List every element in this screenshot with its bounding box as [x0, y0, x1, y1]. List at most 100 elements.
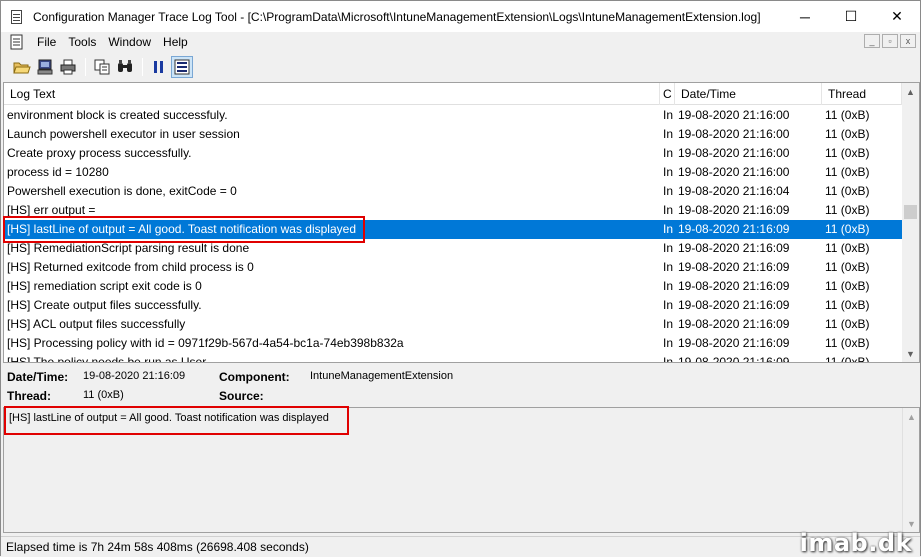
- table-row[interactable]: [HS] Processing policy with id = 0971f29…: [4, 334, 902, 353]
- toolbar-separator: [142, 58, 143, 76]
- elapsed-time-status: Elapsed time is 7h 24m 58s 408ms (26698.…: [6, 540, 309, 554]
- log-rows: environment block is created successfuly…: [4, 106, 902, 363]
- component-cell: In: [663, 355, 674, 363]
- log-text-cell: [HS] Returned exitcode from child proces…: [7, 260, 254, 274]
- menu-window[interactable]: Window: [102, 35, 157, 49]
- table-row[interactable]: [HS] Create output files successfully. In…: [4, 296, 902, 315]
- datetime-cell: 19-08-2020 21:16:09: [678, 222, 790, 236]
- maximize-button[interactable]: ☐: [828, 1, 874, 32]
- menu-help[interactable]: Help: [157, 35, 194, 49]
- component-cell: In: [663, 146, 674, 160]
- table-row[interactable]: environment block is created successfuly…: [4, 106, 902, 125]
- log-text-cell: [HS] Create output files successfully.: [7, 298, 202, 312]
- toolbar-separator: [85, 58, 86, 76]
- scroll-down-arrow-icon[interactable]: ▼: [902, 345, 919, 362]
- component-cell: In: [663, 127, 674, 141]
- find-icon[interactable]: [114, 56, 136, 78]
- component-cell: In: [663, 317, 674, 331]
- message-vertical-scrollbar[interactable]: ▲ ▼: [902, 408, 919, 532]
- table-row[interactable]: Powershell execution is done, exitCode =…: [4, 182, 902, 201]
- thread-cell: 11 (0xB): [825, 203, 870, 217]
- thread-cell: 11 (0xB): [825, 279, 870, 293]
- thread-cell: 11 (0xB): [825, 146, 870, 160]
- component-label: Component:: [219, 370, 290, 384]
- table-row[interactable]: [HS] ACL output files successfully In 19-0…: [4, 315, 902, 334]
- table-row[interactable]: [HS] err output = In 19-08-2020 21:16:09 11…: [4, 201, 902, 220]
- scroll-up-arrow-icon[interactable]: ▲: [902, 83, 919, 100]
- thread-cell: 11 (0xB): [825, 241, 870, 255]
- log-text-cell: [HS] lastLine of output = All good. Toas…: [7, 222, 356, 236]
- cmtrace-app-icon: [9, 9, 25, 25]
- log-list-header: Log Text C Date/Time Thread: [4, 83, 902, 105]
- log-text-cell: Create proxy process successfully.: [7, 146, 192, 160]
- datetime-cell: 19-08-2020 21:16:09: [678, 279, 790, 293]
- close-button[interactable]: ✕: [874, 1, 920, 32]
- datetime-cell: 19-08-2020 21:16:09: [678, 241, 790, 255]
- log-text-cell: [HS] remediation script exit code is 0: [7, 279, 202, 293]
- source-label: Source:: [219, 389, 264, 403]
- datetime-cell: 19-08-2020 21:16:00: [678, 165, 790, 179]
- table-row[interactable]: [HS] RemediationScript parsing result is…: [4, 239, 902, 258]
- thread-cell: 11 (0xB): [825, 165, 870, 179]
- component-value: IntuneManagementExtension: [310, 370, 454, 382]
- datetime-cell: 19-08-2020 21:16:00: [678, 108, 790, 122]
- menu-file[interactable]: File: [31, 35, 62, 49]
- title-bar[interactable]: Configuration Manager Trace Log Tool - […: [1, 1, 920, 32]
- child-close-button[interactable]: x: [900, 34, 916, 48]
- datetime-cell: 19-08-2020 21:16:04: [678, 184, 790, 198]
- log-text-cell: Launch powershell executor in user sessi…: [7, 127, 240, 141]
- component-cell: In: [663, 108, 674, 122]
- window-title: Configuration Manager Trace Log Tool - […: [33, 9, 761, 24]
- column-header-component[interactable]: C: [660, 83, 675, 105]
- open-folder-icon[interactable]: [11, 56, 33, 78]
- log-text-cell: process id = 10280: [7, 165, 109, 179]
- component-cell: In: [663, 222, 674, 236]
- table-row[interactable]: process id = 10280 In 19-08-2020 21:16:00 1…: [4, 163, 902, 182]
- column-header-datetime[interactable]: Date/Time: [675, 83, 822, 105]
- log-text-cell: [HS] The policy needs be run as User: [7, 355, 207, 363]
- menu-tools[interactable]: Tools: [62, 35, 102, 49]
- pause-icon[interactable]: [148, 56, 170, 78]
- table-row[interactable]: Create proxy process successfully. In 19-0…: [4, 144, 902, 163]
- menu-bar: File Tools Window Help _ ▫ x: [1, 32, 920, 52]
- copy-icon[interactable]: [91, 56, 113, 78]
- column-header-thread[interactable]: Thread: [822, 83, 902, 105]
- datetime-label: Date/Time:: [7, 370, 69, 384]
- scroll-thumb[interactable]: [904, 205, 917, 219]
- thread-cell: 11 (0xB): [825, 127, 870, 141]
- log-vertical-scrollbar[interactable]: ▲ ▼: [902, 83, 919, 362]
- thread-cell: 11 (0xB): [825, 222, 870, 236]
- component-cell: In: [663, 241, 674, 255]
- child-minimize-button[interactable]: _: [864, 34, 880, 48]
- document-icon[interactable]: [9, 34, 25, 50]
- datetime-cell: 19-08-2020 21:16:09: [678, 298, 790, 312]
- log-text-cell: Powershell execution is done, exitCode =…: [7, 184, 237, 198]
- highlight-icon[interactable]: [171, 56, 193, 78]
- table-row[interactable]: [HS] The policy needs be run as User In 19…: [4, 353, 902, 363]
- print-icon[interactable]: [57, 56, 79, 78]
- log-text-cell: [HS] RemediationScript parsing result is…: [7, 241, 250, 255]
- scroll-up-arrow-icon[interactable]: ▲: [903, 408, 920, 425]
- table-row[interactable]: [HS] lastLine of output = All good. Toas…: [4, 220, 902, 239]
- component-cell: In: [663, 279, 674, 293]
- datetime-cell: 19-08-2020 21:16:09: [678, 336, 790, 350]
- table-row[interactable]: [HS] remediation script exit code is 0 In…: [4, 277, 902, 296]
- toolbar: [1, 54, 920, 80]
- message-text-box[interactable]: [HS] lastLine of output = All good. Toas…: [3, 407, 920, 533]
- minimize-button[interactable]: ─: [782, 1, 828, 32]
- table-row[interactable]: [HS] Returned exitcode from child proces…: [4, 258, 902, 277]
- log-text-cell: [HS] Processing policy with id = 0971f29…: [7, 336, 404, 350]
- thread-cell: 11 (0xB): [825, 260, 870, 274]
- child-restore-button[interactable]: ▫: [882, 34, 898, 48]
- datetime-cell: 19-08-2020 21:16:09: [678, 355, 790, 363]
- log-text-cell: [HS] err output =: [7, 203, 96, 217]
- column-header-log-text[interactable]: Log Text: [4, 83, 660, 105]
- component-cell: In: [663, 260, 674, 274]
- thread-cell: 11 (0xB): [825, 184, 870, 198]
- detail-pane: Date/Time: 19-08-2020 21:16:09 Component…: [3, 365, 920, 407]
- table-row[interactable]: Launch powershell executor in user sessi…: [4, 125, 902, 144]
- datetime-cell: 19-08-2020 21:16:09: [678, 203, 790, 217]
- print-setup-icon[interactable]: [34, 56, 56, 78]
- log-list[interactable]: Log Text C Date/Time Thread environment …: [3, 82, 920, 363]
- component-cell: In: [663, 203, 674, 217]
